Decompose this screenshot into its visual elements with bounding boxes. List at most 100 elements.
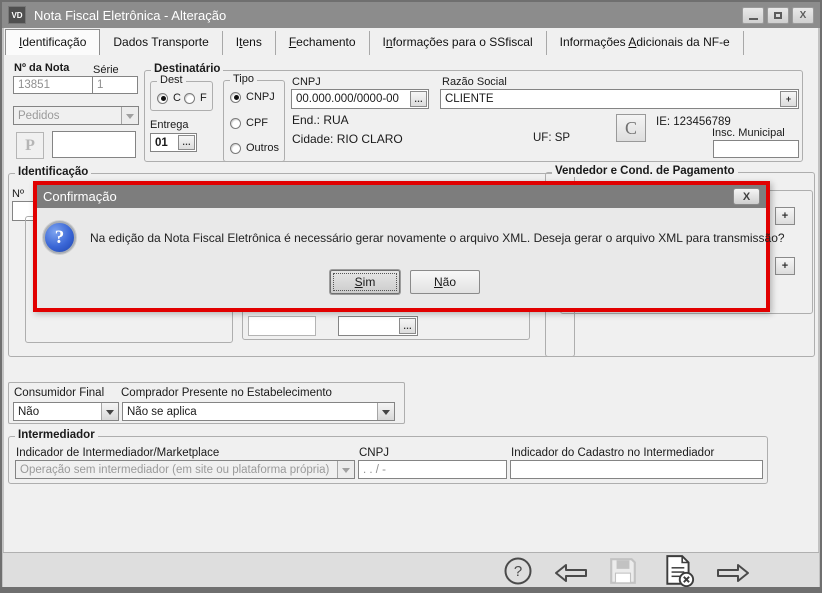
cadastro-input[interactable] — [510, 460, 763, 479]
help-icon[interactable]: ? — [503, 556, 533, 586]
background-field[interactable]: … — [338, 316, 418, 336]
radio-tipo-cpf[interactable]: CPF — [230, 117, 268, 129]
cnpj-ellipsis-button[interactable]: … — [410, 91, 427, 107]
insc-municipal-label: Insc. Municipal — [712, 127, 785, 139]
vendedor-plus-button[interactable]: + — [775, 207, 795, 225]
cidade-text: Cidade: RIO CLARO — [292, 132, 403, 146]
razao-field[interactable]: CLIENTE + — [440, 89, 799, 109]
p-button[interactable]: P — [16, 132, 44, 159]
dialog-titlebar: Confirmação X — [37, 185, 766, 208]
minimize-button[interactable] — [742, 7, 764, 24]
window-border-bottom — [0, 587, 822, 593]
cnpj-field[interactable]: 00.000.000/0000-00 … — [291, 89, 429, 109]
tab-informacoes-para-o-ssfiscal[interactable]: Informações para o SSfiscal — [370, 31, 547, 55]
radio-dest-f[interactable]: F — [184, 92, 207, 104]
forward-arrow-icon[interactable] — [715, 561, 751, 585]
chevron-down-icon — [126, 114, 134, 123]
dialog-buttons: Sim Não — [330, 270, 480, 294]
app-window: VD Nota Fiscal Eletrônica - Alteração X … — [0, 0, 822, 593]
consumidor-dropdown-button[interactable] — [101, 403, 118, 420]
consumidor-final-label: Consumidor Final — [14, 387, 104, 399]
radio-label: C — [173, 92, 181, 104]
radio-label: CPF — [246, 117, 268, 129]
nota-label: Nº da Nota — [14, 62, 69, 74]
dialog-body: ? Na edição da Nota Fiscal Eletrônica é … — [37, 208, 766, 308]
svg-text:?: ? — [514, 563, 522, 580]
radio-selected-icon — [230, 92, 241, 103]
back-arrow-icon[interactable] — [553, 561, 589, 585]
consumidor-final-value: Não — [14, 406, 101, 418]
insc-municipal-input[interactable] — [713, 140, 799, 158]
p-input[interactable] — [52, 131, 136, 158]
tab-itens[interactable]: Itens — [223, 31, 276, 55]
tab-dados-transporte[interactable]: Dados Transporte — [100, 31, 222, 55]
entrega-field[interactable]: 01 … — [150, 133, 197, 152]
radio-selected-icon — [157, 93, 168, 104]
comprador-dropdown-button[interactable] — [377, 403, 394, 420]
background-input[interactable] — [248, 316, 316, 336]
cancel-document-icon[interactable] — [661, 554, 697, 588]
intermediador-title: Intermediador — [15, 429, 98, 441]
radio-label: CNPJ — [246, 91, 275, 103]
pedidos-dropdown-button[interactable] — [121, 107, 138, 124]
vendedor-title: Vendedor e Cond. de Pagamento — [552, 165, 738, 177]
dialog-close-button[interactable]: X — [733, 188, 760, 205]
pedidos-combo[interactable]: Pedidos — [13, 106, 139, 125]
serie-label: Série — [93, 64, 119, 76]
intermediador-cnpj-input[interactable]: . . / - — [358, 460, 507, 479]
chevron-down-icon — [106, 410, 114, 419]
dest-title: Dest — [157, 74, 186, 86]
tab-bar: IdentificaçãoDados TransporteItensFecham… — [5, 29, 817, 55]
razao-label: Razão Social — [442, 76, 507, 88]
tipo-title: Tipo — [230, 73, 257, 85]
chevron-down-icon — [382, 410, 390, 419]
window-title: Nota Fiscal Eletrônica - Alteração — [34, 8, 226, 23]
maximize-button[interactable] — [767, 7, 789, 24]
razao-value: CLIENTE — [441, 93, 779, 105]
comprador-combo[interactable]: Não se aplica — [122, 402, 395, 421]
cnpj-value: 00.000.000/0000-00 — [292, 93, 409, 105]
chevron-down-icon — [342, 468, 350, 477]
indicador-combo[interactable]: Operação sem intermediador (em site ou p… — [15, 460, 355, 479]
identificacao-title: Identificação — [15, 166, 91, 178]
serie-input[interactable]: 1 — [92, 76, 138, 94]
confirmation-dialog: Confirmação X ? Na edição da Nota Fiscal… — [33, 181, 770, 312]
yes-button[interactable]: Sim — [330, 270, 400, 294]
titlebar: VD Nota Fiscal Eletrônica - Alteração X — [2, 2, 820, 28]
cnpj-label: CNPJ — [292, 76, 321, 88]
maximize-icon — [774, 12, 782, 19]
entrega-ellipsis-button[interactable]: … — [178, 135, 195, 150]
indicador-dropdown-button[interactable] — [337, 461, 354, 478]
dialog-title: Confirmação — [43, 189, 117, 204]
tab-informacoes-adicionais-da-nf-e[interactable]: Informações Adicionais da NF-e — [547, 31, 744, 55]
consumidor-final-combo[interactable]: Não — [13, 402, 119, 421]
tab-identificacao[interactable]: Identificação — [5, 29, 100, 55]
radio-dest-c[interactable]: C — [157, 92, 181, 104]
comprador-value: Não se aplica — [123, 406, 377, 418]
minimize-icon — [749, 18, 758, 20]
radio-icon — [230, 143, 241, 154]
radio-icon — [230, 118, 241, 129]
uf-text: UF: SP — [533, 132, 570, 144]
radio-tipo-cnpj[interactable]: CNPJ — [230, 91, 275, 103]
pedidos-value: Pedidos — [14, 110, 121, 122]
close-icon: X — [743, 191, 750, 203]
indicador-label: Indicador de Intermediador/Marketplace — [16, 447, 219, 459]
app-icon: VD — [8, 6, 26, 24]
razao-plus-button[interactable]: + — [780, 91, 797, 107]
radio-label: Outros — [246, 142, 279, 154]
no-button[interactable]: Não — [410, 270, 480, 294]
cadastro-label: Indicador do Cadastro no Intermediador — [511, 447, 714, 459]
tab-fechamento[interactable]: Fechamento — [276, 31, 370, 55]
question-icon: ? — [43, 221, 76, 254]
radio-tipo-outros[interactable]: Outros — [230, 142, 279, 154]
entrega-label: Entrega — [150, 119, 189, 131]
indicador-value: Operação sem intermediador (em site ou p… — [16, 464, 337, 476]
vendedor-plus-button[interactable]: + — [775, 257, 795, 275]
bottom-toolbar: ? — [3, 552, 819, 588]
c-button[interactable]: C — [616, 114, 646, 142]
save-icon[interactable] — [608, 556, 638, 586]
identificacao-n-label: Nº — [12, 188, 24, 200]
ellipsis-button[interactable]: … — [399, 318, 416, 334]
close-button[interactable]: X — [792, 7, 814, 24]
